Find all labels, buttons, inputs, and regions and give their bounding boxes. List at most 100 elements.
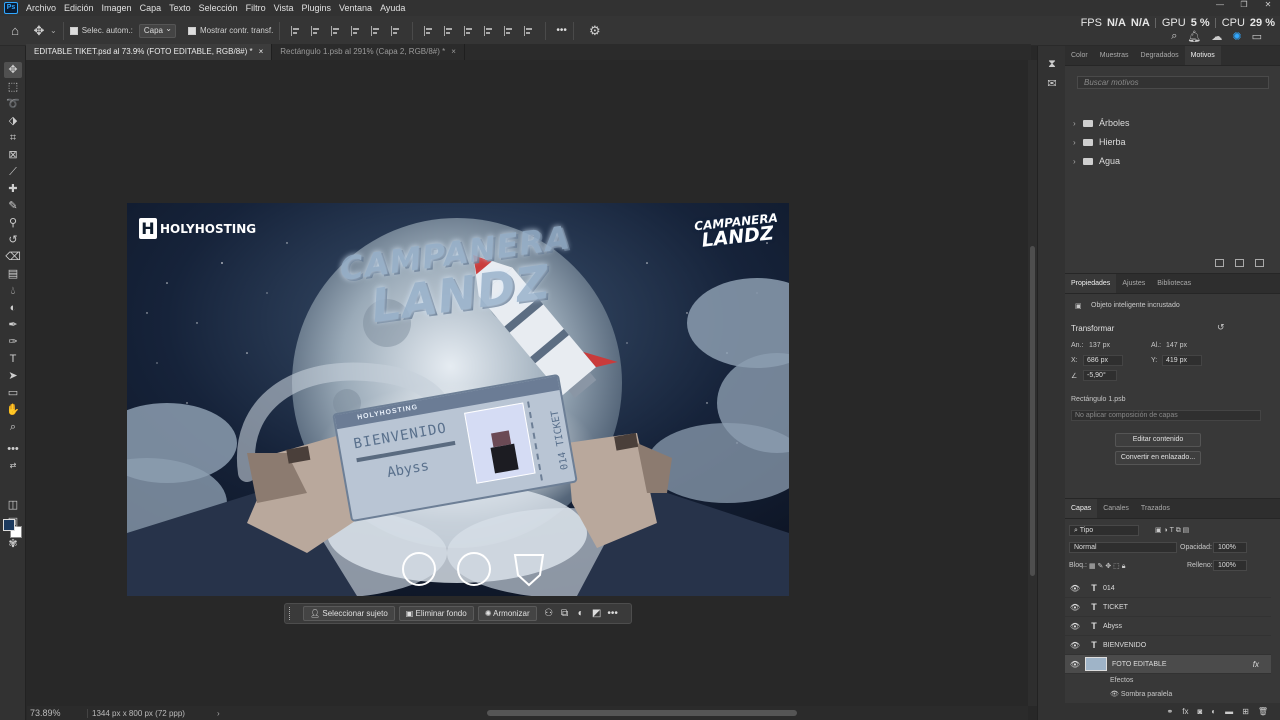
layer-row-selected[interactable]: 👁︎ FOTO EDITABLE fx [1065,655,1271,674]
move-tool-icon[interactable]: ✥ [4,62,22,78]
harmonize-button[interactable]: ✺ Armonizar [477,606,537,621]
align-top-icon[interactable] [351,25,361,36]
tab-color[interactable]: Color [1065,46,1094,65]
menu-capa[interactable]: Capa [136,0,166,16]
lasso-tool-icon[interactable]: ➰ [4,96,22,112]
effects-label[interactable]: Efectos [1110,677,1133,684]
zoom-tool-icon[interactable]: ⌕ [4,419,22,435]
photoshop-logo-icon[interactable]: Ps [4,2,18,14]
patterns-search-input[interactable]: Buscar motivos [1077,76,1269,89]
layer-row[interactable]: 👁︎ T BIENVENIDO [1065,636,1271,655]
chevron-right-icon[interactable]: › [1073,119,1083,128]
layer-row[interactable]: 👁︎ T TICKET [1065,598,1271,617]
layer-row[interactable]: 👁︎ T 014 [1065,579,1271,598]
path-select-tool-icon[interactable]: ➤ [4,368,22,384]
type-tool-icon[interactable]: T [4,351,22,367]
healing-brush-tool-icon[interactable]: ✚ [4,181,22,197]
eraser-tool-icon[interactable]: ⌫ [4,249,22,265]
hand-tool-icon[interactable]: ✋ [4,402,22,418]
height-value[interactable]: 147 px [1166,342,1187,349]
align-left-icon[interactable] [291,25,301,36]
blend-mode-select[interactable]: Normal [1069,542,1177,553]
more-options-button[interactable]: ••• [556,25,567,36]
home-icon[interactable]: ⌂ [6,22,24,40]
align-center-icon[interactable] [311,25,321,36]
more-tools-icon[interactable]: ••• [4,441,22,457]
select-subject-button[interactable]: 👤︎ Seleccionar sujeto [303,606,395,621]
history-brush-tool-icon[interactable]: ↺ [4,232,22,248]
generative-icon[interactable]: ✾ [4,536,22,552]
transform-icon[interactable]: ⧉ [557,608,573,619]
marquee-tool-icon[interactable]: ⬚ [4,79,22,95]
distribute-right-icon[interactable] [524,25,534,36]
convert-linked-button[interactable]: Convertir en enlazado... [1115,451,1201,465]
tool-preset-chevron-icon[interactable]: ⌄ [50,26,57,35]
close-icon[interactable]: × [451,47,456,56]
crop-tool-icon[interactable]: ⌗ [4,130,22,146]
distribute-top-icon[interactable] [424,25,434,36]
document-artwork[interactable]: H HOLYHOSTING CAMPANERA LANDZ CAMPANERA … [127,203,789,596]
tab-editable-tiket[interactable]: EDITABLE TIKET.psd al 73.9% (FOTO EDITAB… [26,44,273,60]
tab-ajustes[interactable]: Ajustes [1116,274,1151,293]
minimize-button[interactable]: — [1208,0,1232,10]
eye-icon[interactable]: 👁︎ [1110,691,1121,698]
quick-mask-icon[interactable]: ◫ [4,497,22,513]
tab-motivos[interactable]: Motivos [1184,46,1221,65]
move-tool-icon[interactable]: ✥ [30,22,48,40]
layer-filter-select[interactable]: ⌕ Tipo [1069,525,1139,536]
folder-arboles[interactable]: › Árboles [1073,116,1130,130]
comment-icon[interactable]: ✉ [1046,78,1058,90]
menu-filtro[interactable]: Filtro [242,0,270,16]
folder-agua[interactable]: › Agua [1073,154,1120,168]
eye-icon[interactable]: 👁︎ [1065,584,1085,593]
menu-imagen[interactable]: Imagen [98,0,136,16]
angle-field[interactable]: -5,90° [1083,370,1117,381]
tab-propiedades[interactable]: Propiedades [1065,274,1117,293]
distribute-center-icon[interactable] [504,25,514,36]
menu-plugins[interactable]: Plugins [298,0,336,16]
tab-bibliotecas[interactable]: Bibliotecas [1151,274,1197,293]
swap-colors-icon[interactable]: ⇄ [4,458,22,474]
layer-comp-select[interactable]: No aplicar composición de capas [1071,410,1261,421]
rectangle-tool-icon[interactable]: ▭ [4,385,22,401]
trash-icon[interactable]: 🗑︎ [1258,707,1268,716]
y-field[interactable]: 419 px [1162,355,1202,366]
blur-tool-icon[interactable]: 💧︎ [4,283,22,299]
tab-capas[interactable]: Capas [1065,499,1098,518]
dodge-tool-icon[interactable]: ◐ [4,300,22,316]
align-bottom-icon[interactable] [391,25,401,36]
eye-icon[interactable]: 👁︎ [1065,603,1085,612]
gear-icon[interactable]: ⚙ [586,22,604,40]
pen-tool-icon[interactable]: ✒ [4,317,22,333]
align-right-icon[interactable] [331,25,341,36]
remove-background-button[interactable]: ▣ Eliminar fondo [398,606,474,621]
tab-canales[interactable]: Canales [1097,499,1135,518]
cloud-icon[interactable]: ☁︎ [1211,30,1222,43]
new-folder-icon[interactable] [1215,259,1224,267]
close-window-button[interactable]: ✕ [1256,0,1280,10]
new-pattern-icon[interactable] [1235,259,1244,267]
drag-handle[interactable] [289,607,297,620]
auto-select-checkbox[interactable]: Selec. autom.: [69,26,133,35]
align-middle-icon[interactable] [371,25,381,36]
distribute-left-icon[interactable] [484,25,494,36]
restore-button[interactable]: ❐ [1232,0,1256,10]
eye-icon[interactable]: 👁︎ [1065,660,1085,669]
search-icon[interactable]: ⌕ [1171,30,1177,43]
width-value[interactable]: 137 px [1089,342,1110,349]
brush-tool-icon[interactable]: ✎ [4,198,22,214]
mask-icon[interactable]: ◩ [589,608,605,619]
drop-shadow-effect[interactable]: 👁︎ Sombra paralela [1110,690,1172,698]
trash-icon[interactable] [1255,259,1264,267]
scrollbar-thumb[interactable] [1030,246,1035,576]
menu-seleccion[interactable]: Selección [195,0,242,16]
eye-icon[interactable]: 👁︎ [1065,622,1085,631]
adjust-icon[interactable]: ◐ [573,608,589,619]
fill-field[interactable]: 100% [1213,560,1247,571]
workspace-icon[interactable]: ▭ [1252,30,1262,43]
layer-filter-icons[interactable]: ▣ ◑ T ⧉ ▤ [1155,526,1189,535]
menu-edicion[interactable]: Edición [60,0,98,16]
link-icon[interactable]: ⚭ [1167,707,1174,716]
history-icon[interactable]: ⧗ [1046,58,1058,70]
distribute-middle-icon[interactable] [444,25,454,36]
